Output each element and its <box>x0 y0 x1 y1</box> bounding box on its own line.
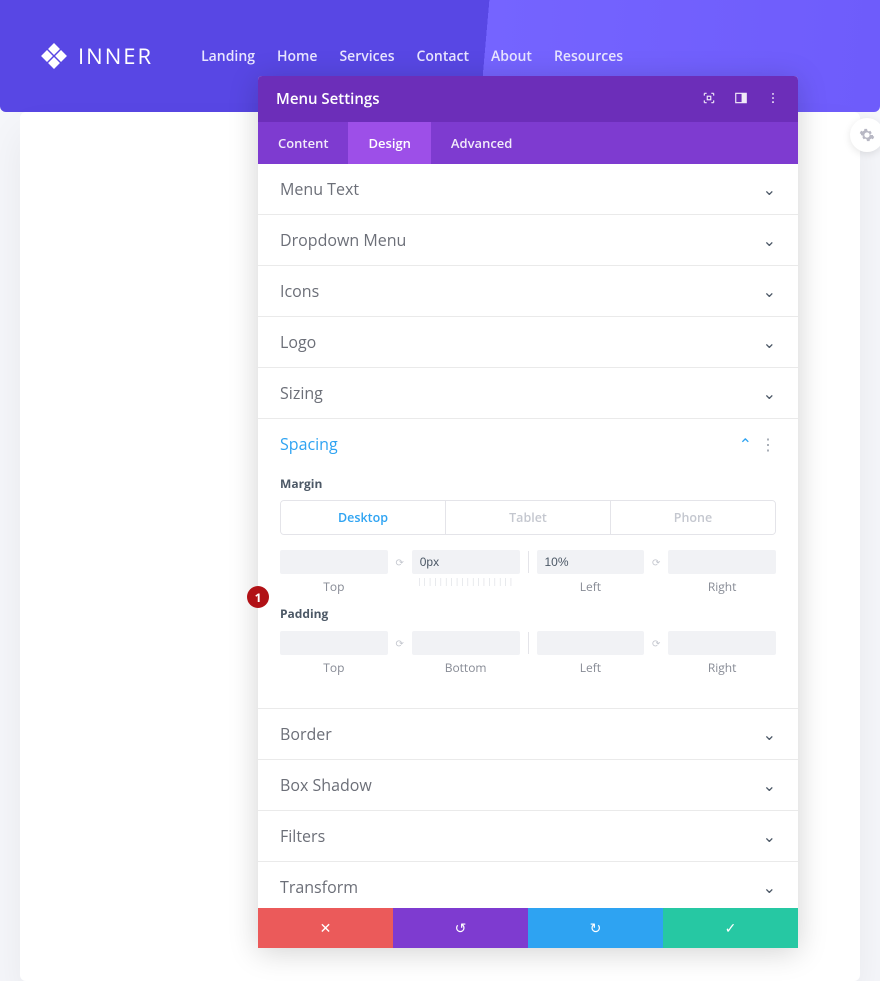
undo-button[interactable]: ↺ <box>393 908 528 948</box>
annotation-marker-1: 1 <box>247 586 269 608</box>
padding-top-input[interactable] <box>280 631 388 655</box>
panel-tabs: Content Design Advanced <box>258 122 798 164</box>
panel-titlebar: Menu Settings <box>258 76 798 122</box>
expand-icon <box>702 91 716 105</box>
expand-button[interactable] <box>702 88 716 110</box>
snap-button[interactable] <box>734 88 748 110</box>
section-icons[interactable]: Icons⌄ <box>258 266 798 317</box>
close-icon: ✕ <box>320 919 332 938</box>
panel-body[interactable]: Menu Text⌄ Dropdown Menu⌄ Icons⌄ Logo⌄ S… <box>258 164 798 908</box>
link-icon[interactable]: ⟳ <box>396 555 404 569</box>
cancel-button[interactable]: ✕ <box>258 908 393 948</box>
padding-left-label: Left <box>537 659 645 676</box>
link-icon[interactable]: ⟳ <box>396 636 404 650</box>
spacing-options-button[interactable]: ⋮ <box>760 433 776 455</box>
device-tab-phone[interactable]: Phone <box>610 501 775 534</box>
primary-nav: Landing Home Services Contact About Reso… <box>201 47 623 66</box>
gear-icon <box>859 127 875 143</box>
padding-bottom-label: Bottom <box>412 659 520 676</box>
nav-link-home[interactable]: Home <box>277 47 318 66</box>
section-box-shadow[interactable]: Box Shadow⌄ <box>258 760 798 811</box>
chevron-down-icon: ⌄ <box>763 280 776 302</box>
chevron-down-icon: ⌄ <box>763 774 776 796</box>
padding-top-label: Top <box>280 659 388 676</box>
chevron-down-icon: ⌄ <box>763 723 776 745</box>
section-menu-text[interactable]: Menu Text⌄ <box>258 164 798 215</box>
nav-link-contact[interactable]: Contact <box>417 47 469 66</box>
nav-link-about[interactable]: About <box>491 47 532 66</box>
section-sizing[interactable]: Sizing⌄ <box>258 368 798 419</box>
section-logo[interactable]: Logo⌄ <box>258 317 798 368</box>
padding-bottom-input[interactable] <box>412 631 520 655</box>
device-tab-tablet[interactable]: Tablet <box>445 501 610 534</box>
menu-settings-panel: Menu Settings Content Design Advanced Me… <box>258 76 798 948</box>
nav-link-landing[interactable]: Landing <box>201 47 255 66</box>
padding-right-label: Right <box>668 659 776 676</box>
section-spacing-header[interactable]: Spacing ⌃ ⋮ <box>258 419 798 469</box>
range-slider[interactable]: |||||||||||||||||| <box>412 576 520 595</box>
margin-second-input[interactable] <box>412 550 520 574</box>
panel-footer: ✕ ↺ ↻ ✓ <box>258 908 798 948</box>
margin-left-label: Left <box>537 578 645 595</box>
logo-icon <box>40 42 68 70</box>
chevron-down-icon: ⌄ <box>763 331 776 353</box>
check-icon: ✓ <box>725 919 737 938</box>
chevron-down-icon: ⌄ <box>763 876 776 898</box>
save-button[interactable]: ✓ <box>663 908 798 948</box>
margin-top-label: Top <box>280 578 388 595</box>
section-filters[interactable]: Filters⌄ <box>258 811 798 862</box>
chevron-down-icon: ⌄ <box>763 178 776 200</box>
margin-left-input[interactable] <box>537 550 645 574</box>
padding-label: Padding <box>280 605 776 622</box>
link-icon[interactable]: ⟳ <box>652 555 660 569</box>
undo-icon: ↺ <box>455 919 467 938</box>
margin-right-label: Right <box>668 578 776 595</box>
margin-right-input[interactable] <box>668 550 776 574</box>
tab-design[interactable]: Design <box>348 122 430 164</box>
tab-advanced[interactable]: Advanced <box>431 122 532 164</box>
brand-logo: INNER <box>40 41 153 71</box>
chevron-down-icon: ⌄ <box>763 825 776 847</box>
redo-button[interactable]: ↻ <box>528 908 663 948</box>
link-icon[interactable]: ⟳ <box>652 636 660 650</box>
section-transform[interactable]: Transform⌄ <box>258 862 798 908</box>
separator <box>528 632 529 654</box>
chevron-down-icon: ⌄ <box>763 382 776 404</box>
tab-content[interactable]: Content <box>258 122 348 164</box>
section-settings-button[interactable] <box>850 118 880 152</box>
kebab-icon <box>766 91 780 105</box>
brand-name: INNER <box>78 41 153 71</box>
nav-link-services[interactable]: Services <box>339 47 394 66</box>
section-border[interactable]: Border⌄ <box>258 709 798 760</box>
padding-left-input[interactable] <box>537 631 645 655</box>
chevron-up-icon: ⌃ <box>739 433 752 455</box>
panel-title: Menu Settings <box>276 89 380 109</box>
padding-right-input[interactable] <box>668 631 776 655</box>
device-tabs: Desktop Tablet Phone <box>280 500 776 535</box>
panel-menu-button[interactable] <box>766 88 780 110</box>
separator <box>528 551 529 573</box>
margin-top-input[interactable] <box>280 550 388 574</box>
section-dropdown-menu[interactable]: Dropdown Menu⌄ <box>258 215 798 266</box>
margin-label: Margin <box>280 475 776 492</box>
chevron-down-icon: ⌄ <box>763 229 776 251</box>
section-spacing: Spacing ⌃ ⋮ Margin Desktop Tablet Phone … <box>258 419 798 709</box>
redo-icon: ↻ <box>590 919 602 938</box>
nav-link-resources[interactable]: Resources <box>554 47 623 66</box>
panel-dock-icon <box>734 91 748 105</box>
device-tab-desktop[interactable]: Desktop <box>281 501 445 534</box>
